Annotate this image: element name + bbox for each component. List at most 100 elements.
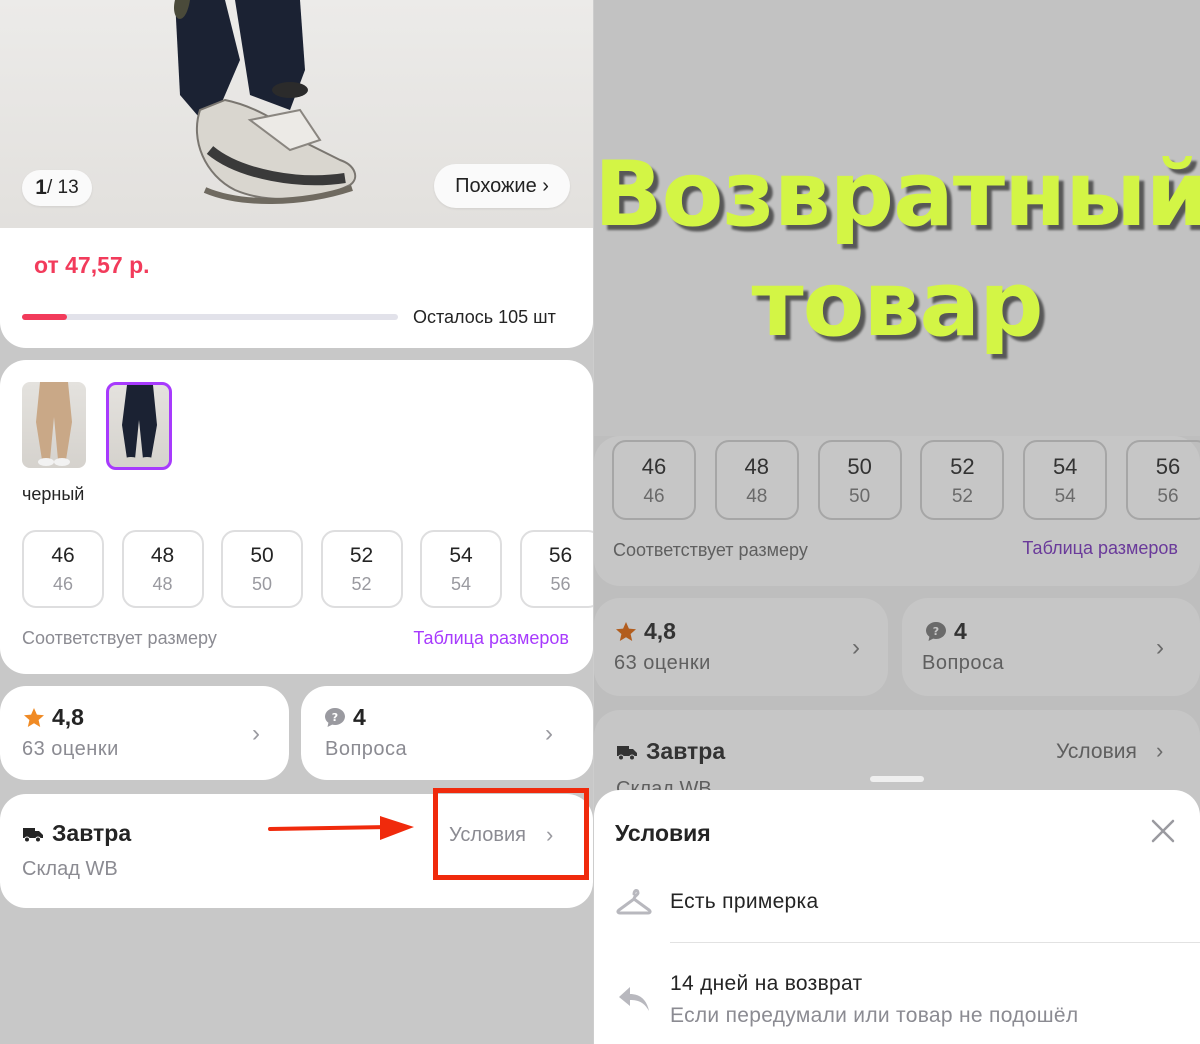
svg-text:?: ? [332, 711, 338, 724]
size-option[interactable]: 52 52 [320, 530, 403, 608]
gallery-total: 13 [57, 177, 79, 198]
svg-text:?: ? [933, 625, 939, 638]
gallery-counter: 1 / 13 [22, 170, 92, 206]
rating-count: 63 оценки [22, 738, 119, 760]
dimmed-size-option: 56 56 [1126, 440, 1200, 520]
sheet-drag-handle[interactable] [870, 776, 924, 782]
similar-button[interactable]: Похожие › [434, 164, 570, 208]
questions-main: ? 4 [323, 704, 366, 731]
price-card: от 47,57 р. Осталось 105 шт [0, 228, 593, 348]
dimmed-rating-card: 4,8 63 оценки › [594, 598, 888, 696]
dimmed-questions-card: ? 4 Вопроса › [902, 598, 1200, 696]
size-ru-value: 46 [52, 574, 74, 594]
size-value: 54 [449, 544, 473, 567]
overlay-title-line2: товар [751, 252, 1043, 357]
beige-pants-image [36, 382, 72, 466]
dimmed-size-option: 48 48 [714, 440, 799, 520]
size-value: 56 [1155, 454, 1181, 479]
size-ru-value: 50 [849, 486, 871, 507]
size-value: 50 [847, 454, 872, 479]
dimmed-size-option: 46 46 [612, 440, 696, 520]
size-value: 46 [641, 454, 667, 479]
black-pants-image [122, 385, 157, 465]
dimmed-size-option: 50 50 [817, 440, 902, 520]
dimmed-size-option: 52 52 [920, 440, 1005, 520]
close-icon[interactable] [1148, 816, 1178, 846]
size-ru-value: 48 [152, 574, 173, 594]
size-option[interactable]: 54 54 [420, 530, 502, 608]
dimmed-fits-label: Соответствует размеру [613, 540, 808, 560]
question-bubble-icon: ? [325, 707, 345, 727]
dimmed-size-table-link: Таблица размеров [1022, 538, 1178, 558]
size-value: 56 [548, 544, 573, 567]
size-option[interactable]: 50 50 [221, 530, 303, 608]
size-value: 52 [349, 544, 374, 567]
overlay-title: Возвратный товар [594, 140, 1200, 360]
fits-size-label: Соответствует размеру [22, 628, 217, 648]
size-option[interactable]: 56 56 [519, 530, 593, 608]
delivery-main: Завтра [22, 820, 131, 847]
question-bubble-icon: ? [926, 621, 946, 641]
size-ru-value: 46 [643, 486, 665, 507]
size-value: 48 [150, 544, 175, 567]
sheet-title: Условия [615, 820, 711, 846]
size-ru-value: 50 [251, 574, 273, 594]
sheet-divider [670, 942, 1200, 943]
dimmed-size-option: 54 54 [1023, 440, 1108, 520]
gallery-current: 1 [35, 176, 47, 199]
size-ru-value: 56 [550, 574, 571, 594]
chevron-right-icon: › [545, 720, 553, 747]
dimmed-delivery-main: Завтра [616, 738, 725, 765]
size-option[interactable]: 46 46 [22, 530, 104, 608]
questions-label: Вопроса [325, 738, 408, 760]
price-label: от 47,57 р. [34, 252, 150, 278]
hanger-icon [616, 889, 652, 915]
dimmed-delivery-when: Завтра [646, 738, 726, 764]
dimmed-questions-value: 4 [954, 618, 967, 644]
fitting-label: Есть примерка [670, 890, 819, 913]
stock-progress-fill [22, 314, 68, 320]
stock-progress-bar [22, 314, 398, 320]
chevron-right-icon: › [1156, 634, 1164, 661]
questions-value: 4 [353, 704, 366, 730]
size-ru-value: 52 [351, 574, 372, 594]
gallery-separator: / [46, 177, 58, 198]
return-note-label: Если передумали или товар не подошёл [670, 1004, 1079, 1027]
questions-card[interactable]: ? 4 Вопроса › [301, 686, 593, 780]
size-ru-value: 54 [450, 574, 472, 594]
color-thumb-beige[interactable] [22, 382, 86, 468]
size-value: 48 [744, 454, 770, 479]
rating-card[interactable]: 4,8 63 оценки › [0, 686, 289, 780]
product-photo[interactable]: 1 / 13 Похожие › [0, 0, 593, 228]
conditions-sheet: Условия Есть примерка 14 дней на возврат… [594, 790, 1200, 1044]
delivery-when: Завтра [52, 820, 132, 846]
truck-icon [617, 745, 637, 760]
chevron-right-icon: › [852, 634, 860, 661]
stock-remaining-label: Осталось 105 шт [413, 307, 556, 327]
delivery-warehouse: Склад WB [22, 858, 118, 880]
size-option[interactable]: 48 48 [121, 530, 204, 608]
star-icon [24, 707, 44, 727]
size-table-link[interactable]: Таблица размеров [413, 628, 569, 649]
size-ru-value: 54 [1054, 486, 1076, 507]
truck-icon [23, 827, 43, 842]
product-screen-right: Возвратный товар 46 46 48 48 50 50 52 52 54 54 56 5… [594, 0, 1200, 1044]
size-ru-value: 48 [746, 486, 768, 507]
arrow-right-icon [268, 816, 414, 840]
variant-card: черный 46 46 48 48 50 50 52 52 54 54 56 56 Соответс… [0, 360, 593, 674]
size-value: 52 [950, 454, 975, 479]
dimmed-questions-main: ? 4 [924, 618, 967, 645]
dimmed-conditions-link: Условия [1056, 740, 1137, 763]
product-screen-left: 1 / 13 Похожие › от 47,57 р. Осталось 10… [0, 0, 593, 1044]
return-arrow-icon [619, 987, 649, 1011]
color-thumb-black-selected[interactable] [106, 382, 172, 470]
rating-value: 4,8 [52, 704, 84, 730]
size-ru-value: 52 [951, 486, 973, 507]
rating-main: 4,8 [22, 704, 84, 731]
chevron-right-icon: › [1156, 738, 1164, 763]
dimmed-questions-label: Вопроса [922, 652, 1005, 674]
size-list: 46 46 48 48 50 50 52 52 54 54 56 56 [22, 530, 593, 610]
size-value: 46 [51, 544, 75, 567]
overlay-title-line1: Возвратный [594, 142, 1200, 247]
star-icon [616, 621, 636, 641]
